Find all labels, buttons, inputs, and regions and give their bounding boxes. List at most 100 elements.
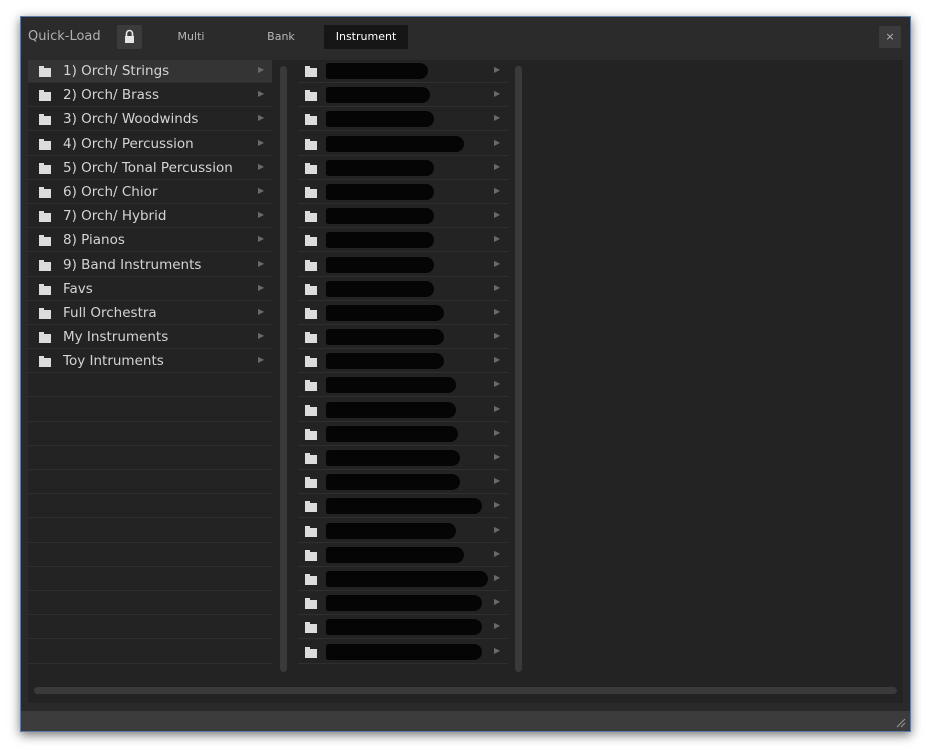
- category-item[interactable]: 2) Orch/ Brass ▶: [28, 84, 272, 108]
- chevron-right-icon: ▶: [494, 572, 501, 582]
- redacted-label: [326, 498, 482, 515]
- redacted-label: [326, 643, 482, 660]
- chevron-right-icon: ▶: [258, 113, 265, 123]
- category-label: 8) Pianos: [63, 232, 125, 249]
- subfolder-item[interactable]: ▶: [298, 326, 508, 350]
- subfolder-item[interactable]: ▶: [298, 84, 508, 108]
- folder-icon: [39, 283, 51, 295]
- resize-grip-icon[interactable]: [894, 716, 906, 728]
- redacted-label: [326, 474, 460, 491]
- subfolder-item[interactable]: ▶: [298, 350, 508, 374]
- horizontal-scrollbar[interactable]: [34, 687, 897, 694]
- chevron-right-icon: ▶: [258, 234, 265, 244]
- subfolder-item[interactable]: ▶: [298, 616, 508, 640]
- category-item[interactable]: 8) Pianos ▶: [28, 229, 272, 253]
- subfolder-item[interactable]: ▶: [298, 278, 508, 301]
- folder-icon: [305, 428, 317, 440]
- category-item[interactable]: 5) Orch/ Tonal Percussion ▶: [28, 157, 272, 180]
- category-label: Favs: [63, 280, 93, 297]
- tab-bank[interactable]: Bank: [251, 25, 311, 49]
- folder-icon: [305, 162, 317, 174]
- category-item[interactable]: My Instruments ▶: [28, 326, 272, 350]
- folder-icon: [305, 186, 317, 198]
- subfolder-item[interactable]: ▶: [298, 374, 508, 398]
- subfolder-item[interactable]: ▶: [298, 447, 508, 470]
- subfolder-list: ▶ ▶ ▶ ▶ ▶ ▶ ▶ ▶ ▶ ▶ ▶ ▶ ▶ ▶ ▶ ▶ ▶ ▶ ▶ ▶ ▶ ▶ ▶ ▶ ▶: [298, 60, 508, 665]
- chevron-right-icon: ▶: [494, 185, 501, 195]
- empty-row: [28, 374, 272, 398]
- chevron-right-icon: ▶: [258, 355, 265, 365]
- chevron-right-icon: ▶: [258, 65, 265, 74]
- category-item[interactable]: 7) Orch/ Hybrid ▶: [28, 205, 272, 229]
- category-label: My Instruments: [63, 329, 169, 346]
- redacted-label: [326, 111, 434, 128]
- subfolder-item[interactable]: ▶: [298, 60, 508, 83]
- category-label: 6) Orch/ Chior: [63, 183, 158, 200]
- subfolder-item[interactable]: ▶: [298, 495, 508, 519]
- category-item[interactable]: 9) Band Instruments ▶: [28, 254, 272, 277]
- folder-icon: [305, 235, 317, 247]
- subfolder-item[interactable]: ▶: [298, 181, 508, 204]
- lock-button[interactable]: [117, 25, 142, 49]
- category-label: 3) Orch/ Woodwinds: [63, 111, 199, 128]
- subfolder-item[interactable]: ▶: [298, 641, 508, 664]
- category-item[interactable]: 1) Orch/ Strings ▶: [28, 60, 272, 83]
- category-scrollbar[interactable]: [280, 66, 287, 672]
- chevron-right-icon: ▶: [258, 161, 265, 171]
- subfolder-item[interactable]: ▶: [298, 254, 508, 277]
- subfolder-item[interactable]: ▶: [298, 205, 508, 229]
- subfolder-item[interactable]: ▶: [298, 108, 508, 132]
- folder-icon: [39, 162, 51, 174]
- category-label: 7) Orch/ Hybrid: [63, 208, 167, 225]
- category-label: 4) Orch/ Percussion: [63, 135, 194, 152]
- redacted-label: [326, 619, 482, 636]
- redacted-label: [326, 329, 444, 346]
- close-button[interactable]: ×: [879, 26, 901, 48]
- chevron-right-icon: ▶: [258, 210, 265, 220]
- category-item[interactable]: 4) Orch/ Percussion ▶: [28, 133, 272, 156]
- category-label: 9) Band Instruments: [63, 256, 202, 273]
- folder-icon: [305, 477, 317, 489]
- folder-icon: [39, 211, 51, 223]
- category-item[interactable]: 3) Orch/ Woodwinds ▶: [28, 108, 272, 132]
- folder-icon: [39, 186, 51, 198]
- tab-instrument[interactable]: Instrument: [324, 25, 408, 49]
- folder-icon: [39, 90, 51, 102]
- subfolder-item[interactable]: ▶: [298, 133, 508, 156]
- folder-icon: [305, 138, 317, 150]
- chevron-right-icon: ▶: [258, 331, 265, 341]
- category-label: Full Orchestra: [63, 304, 157, 321]
- redacted-label: [326, 304, 444, 321]
- category-item[interactable]: Full Orchestra ▶: [28, 302, 272, 325]
- subfolder-item[interactable]: ▶: [298, 520, 508, 543]
- redacted-label: [326, 353, 444, 370]
- empty-row: [28, 471, 272, 495]
- folder-icon: [305, 501, 317, 513]
- subfolder-item[interactable]: ▶: [298, 423, 508, 446]
- subfolder-item[interactable]: ▶: [298, 229, 508, 253]
- subfolder-item[interactable]: ▶: [298, 592, 508, 616]
- redacted-label: [326, 546, 464, 563]
- subfolder-scrollbar[interactable]: [515, 66, 522, 672]
- redacted-label: [326, 280, 434, 297]
- subfolder-item[interactable]: ▶: [298, 302, 508, 325]
- chevron-right-icon: ▶: [258, 282, 265, 292]
- redacted-label: [326, 570, 488, 587]
- folder-icon: [39, 332, 51, 344]
- subfolder-item[interactable]: ▶: [298, 399, 508, 422]
- subfolder-item[interactable]: ▶: [298, 471, 508, 495]
- empty-row: [28, 568, 272, 591]
- chevron-right-icon: ▶: [258, 306, 265, 316]
- chevron-right-icon: ▶: [494, 210, 501, 220]
- chevron-right-icon: ▶: [494, 282, 501, 292]
- folder-icon: [305, 453, 317, 464]
- category-item[interactable]: Favs ▶: [28, 278, 272, 301]
- chevron-right-icon: ▶: [494, 403, 501, 413]
- subfolder-item[interactable]: ▶: [298, 544, 508, 567]
- folder-icon: [305, 356, 317, 368]
- category-item[interactable]: 6) Orch/ Chior ▶: [28, 181, 272, 204]
- subfolder-item[interactable]: ▶: [298, 157, 508, 180]
- subfolder-item[interactable]: ▶: [298, 568, 508, 591]
- category-item[interactable]: Toy Intruments ▶: [28, 350, 272, 374]
- tab-multi[interactable]: Multi: [161, 25, 221, 49]
